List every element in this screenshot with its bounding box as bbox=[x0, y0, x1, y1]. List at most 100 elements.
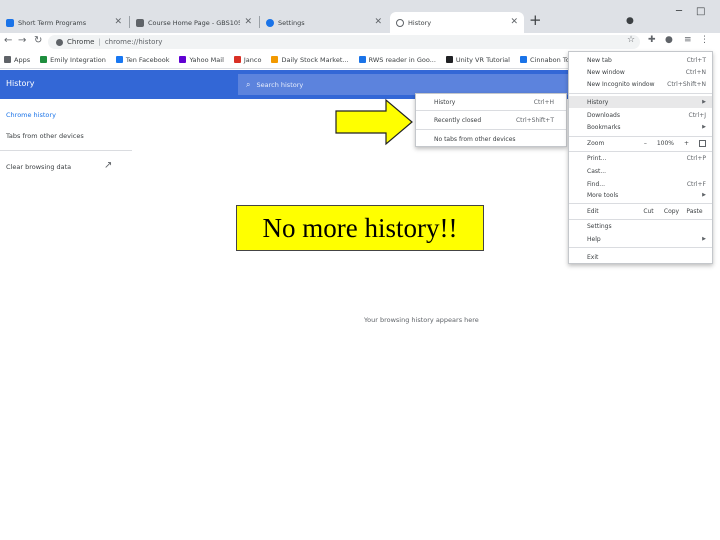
new-tab-button[interactable]: + bbox=[529, 13, 542, 28]
address-bar[interactable]: Chrome | chrome://history bbox=[48, 35, 640, 49]
tab-short-term-programs[interactable]: Short Term Programs ✕ bbox=[0, 12, 128, 33]
menu-item-new-tab[interactable]: New tab Ctrl+T bbox=[587, 55, 706, 65]
menu-item-label: Help bbox=[587, 235, 601, 243]
menu-divider bbox=[569, 93, 712, 94]
bookmark-favicon-icon bbox=[358, 56, 366, 63]
cut-button[interactable]: Cut bbox=[637, 208, 660, 215]
menu-item-edit: Edit Cut Copy Paste bbox=[587, 206, 706, 216]
menu-item-settings[interactable]: Settings bbox=[587, 221, 706, 231]
menu-item-print[interactable]: Print... Ctrl+P bbox=[587, 153, 706, 163]
paste-button[interactable]: Paste bbox=[683, 208, 706, 215]
bookmark-apps[interactable]: Apps bbox=[4, 56, 30, 64]
menu-item-exit[interactable]: Exit bbox=[587, 252, 706, 262]
sidebar-item-clear-browsing-data[interactable]: Clear browsing data bbox=[6, 163, 71, 171]
apps-grid-icon bbox=[4, 56, 11, 63]
bookmark-favicon-icon bbox=[40, 56, 48, 63]
close-icon[interactable]: ✕ bbox=[510, 18, 518, 27]
bookmark-label: Yahoo Mail bbox=[189, 55, 224, 64]
tab-title: Settings bbox=[278, 18, 305, 27]
close-icon[interactable]: ✕ bbox=[374, 18, 382, 27]
tab-strip: Short Term Programs ✕ Course Home Page -… bbox=[0, 0, 720, 33]
menu-item-more-tools[interactable]: More tools ▶ bbox=[587, 190, 706, 200]
profile-avatar-icon[interactable]: ● bbox=[665, 36, 673, 45]
tab-title: Short Term Programs bbox=[18, 18, 87, 27]
menu-item-shortcut: Ctrl+Shift+T bbox=[515, 117, 554, 124]
menu-item-label: New tab bbox=[587, 56, 612, 64]
menu-item-new-window[interactable]: New window Ctrl+N bbox=[587, 67, 706, 77]
copy-button[interactable]: Copy bbox=[660, 208, 683, 215]
menu-item-label: Downloads bbox=[587, 111, 620, 119]
menu-item-bookmarks[interactable]: Bookmarks ▶ bbox=[587, 122, 706, 132]
menu-item-help[interactable]: Help ▶ bbox=[587, 234, 706, 244]
close-icon[interactable]: ✕ bbox=[244, 18, 252, 27]
tab-history[interactable]: History ✕ bbox=[390, 12, 524, 33]
bookmark-janco[interactable]: Janco bbox=[233, 55, 262, 64]
menu-item-label: Settings bbox=[587, 222, 612, 230]
menu-item-cast[interactable]: Cast... bbox=[587, 166, 706, 176]
menu-item-label: Print... bbox=[587, 154, 607, 162]
menu-divider bbox=[569, 247, 712, 248]
menu-item-label: History bbox=[434, 99, 456, 106]
chrome-menu-icon[interactable]: ⋮ bbox=[700, 36, 709, 45]
maximize-button[interactable]: □ bbox=[696, 7, 705, 17]
menu-item-find[interactable]: Find... Ctrl+F bbox=[587, 179, 706, 189]
menu-divider bbox=[569, 203, 712, 204]
menu-item-history[interactable]: History ▶ bbox=[587, 97, 706, 107]
menu-item-label: More tools bbox=[587, 191, 619, 199]
sidebar-item-chrome-history[interactable]: Chrome history bbox=[6, 111, 56, 119]
menu-item-label: Zoom bbox=[587, 139, 605, 147]
zoom-in-button[interactable]: + bbox=[684, 140, 689, 147]
chrome-logo-icon bbox=[56, 38, 63, 46]
search-history-input[interactable]: ⌕ Search history bbox=[238, 74, 568, 95]
menu-item-label: Recently closed bbox=[434, 117, 482, 124]
bookmark-label: Apps bbox=[14, 55, 31, 64]
bookmark-star-icon[interactable]: ☆ bbox=[627, 36, 635, 45]
zoom-level: 100% bbox=[656, 139, 674, 147]
bookmark-rws-reader[interactable]: RWS reader in Goo... bbox=[358, 56, 436, 64]
extensions-puzzle-icon[interactable]: ✚ bbox=[648, 36, 656, 45]
empty-history-message: Your browsing history appears here bbox=[364, 316, 479, 324]
annotation-callout: No more history!! bbox=[236, 205, 484, 251]
menu-item-label: New window bbox=[587, 68, 625, 76]
chevron-right-icon: ▶ bbox=[702, 99, 706, 105]
bookmark-facebook[interactable]: Ten Facebook bbox=[115, 55, 170, 64]
menu-item-shortcut: Ctrl+J bbox=[688, 111, 706, 119]
minimize-button[interactable]: ─ bbox=[676, 7, 682, 17]
submenu-item-recently-closed[interactable]: Recently closed Ctrl+Shift+T bbox=[434, 117, 554, 124]
bookmark-favicon-icon bbox=[519, 56, 527, 63]
bookmark-unity-vr-tutorial[interactable]: Unity VR Tutorial bbox=[445, 56, 510, 64]
bookmark-emily-integration[interactable]: Emily Integration bbox=[40, 56, 106, 64]
tab-settings[interactable]: Settings ✕ bbox=[260, 12, 388, 33]
back-arrow-icon[interactable]: ← bbox=[4, 36, 12, 46]
forward-arrow-icon[interactable]: → bbox=[18, 36, 26, 46]
site-favicon-icon bbox=[6, 18, 14, 27]
tab-course-home-page[interactable]: Course Home Page - GBS1052 ✕ bbox=[130, 12, 258, 33]
menu-item-label: Exit bbox=[587, 253, 599, 261]
zoom-controls: – 100% + bbox=[644, 139, 706, 147]
bookmark-label: Janco bbox=[243, 55, 262, 64]
menu-item-downloads[interactable]: Downloads Ctrl+J bbox=[587, 110, 706, 120]
bookmark-favicon-icon bbox=[233, 56, 241, 63]
reading-list-icon[interactable]: ≡ bbox=[684, 36, 692, 45]
bookmark-label: Ten Facebook bbox=[125, 55, 170, 64]
menu-item-new-incognito-window[interactable]: New Incognito window Ctrl+Shift+N bbox=[587, 79, 706, 89]
close-icon[interactable]: ✕ bbox=[114, 18, 122, 27]
submenu-item-history[interactable]: History Ctrl+H bbox=[434, 99, 554, 106]
bookmark-label: Daily Stock Market... bbox=[281, 55, 349, 64]
fullscreen-icon[interactable] bbox=[699, 139, 706, 147]
tab-title: History bbox=[408, 18, 432, 27]
zoom-out-button[interactable]: – bbox=[644, 140, 647, 147]
bookmark-yahoo-mail[interactable]: Yahoo Mail bbox=[179, 55, 224, 64]
bookmark-daily-stock-market[interactable]: Daily Stock Market... bbox=[271, 55, 349, 64]
menu-item-shortcut: Ctrl+H bbox=[533, 99, 554, 106]
history-sidebar: Chrome history Tabs from other devices C… bbox=[0, 99, 132, 179]
tab-search-icon[interactable]: ● bbox=[626, 17, 634, 26]
menu-item-label: Edit bbox=[587, 207, 599, 215]
menu-divider bbox=[569, 151, 712, 152]
chevron-right-icon: ▶ bbox=[702, 236, 706, 242]
menu-divider bbox=[416, 110, 566, 111]
reload-icon[interactable]: ↻ bbox=[34, 36, 42, 46]
sidebar-item-tabs-from-other-devices[interactable]: Tabs from other devices bbox=[6, 132, 84, 140]
globe-icon bbox=[136, 18, 144, 27]
external-link-icon[interactable]: ↗ bbox=[104, 161, 112, 171]
